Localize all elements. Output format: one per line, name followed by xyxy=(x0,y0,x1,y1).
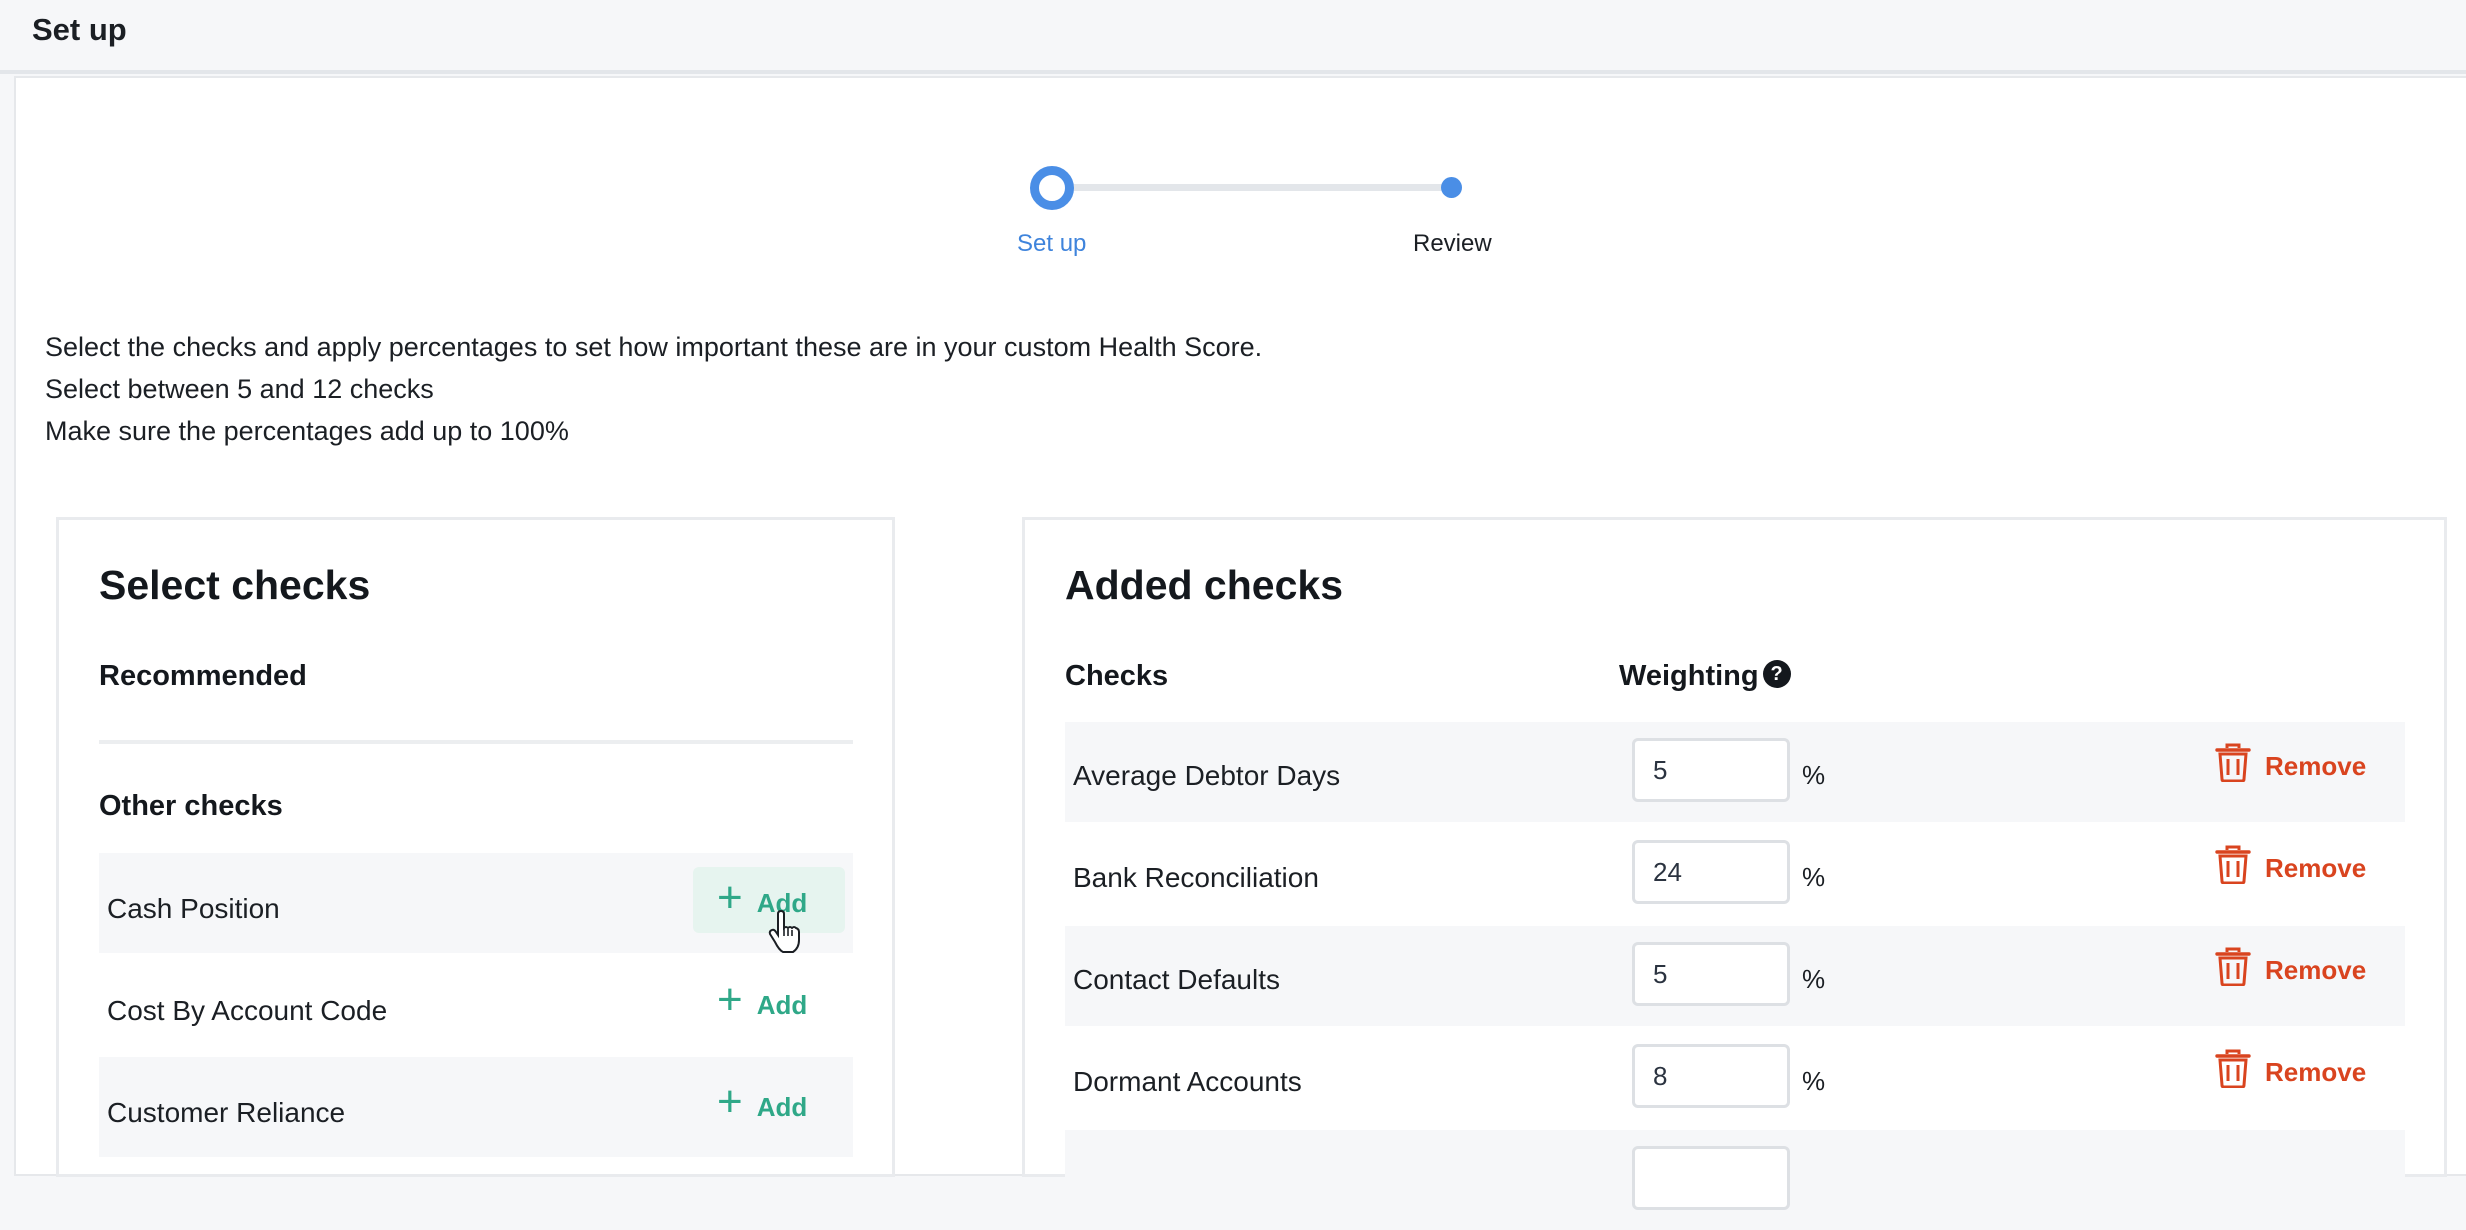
weighting-input[interactable] xyxy=(1632,738,1790,802)
list-item: Cost By Account Code + Add xyxy=(99,955,853,1055)
percent-sign: % xyxy=(1802,1066,1826,1096)
table-row: Dormant Accounts % Remove xyxy=(1065,1028,2405,1128)
weighting-label: Weighting xyxy=(1619,660,1759,692)
select-checks-title: Select checks xyxy=(99,562,371,608)
step-review-indicator xyxy=(1441,177,1462,198)
check-label: Contact Defaults xyxy=(1073,964,1280,995)
column-header-weighting: Weighting? xyxy=(1619,660,1791,693)
percent-sign: % xyxy=(1802,964,1826,994)
instructions: Select the checks and apply percentages … xyxy=(45,326,1262,452)
remove-label: Remove xyxy=(2265,1056,2367,1087)
page-title: Set up xyxy=(32,12,127,47)
remove-label: Remove xyxy=(2265,852,2367,883)
hand-cursor-icon xyxy=(768,910,800,953)
plus-icon: + xyxy=(717,975,743,1024)
table-row: Bank Reconciliation % Remove xyxy=(1065,824,2405,924)
check-label: Cash Position xyxy=(107,893,280,924)
remove-button[interactable]: Remove xyxy=(2215,946,2366,986)
instruction-line: Select the checks and apply percentages … xyxy=(45,332,1263,362)
weighting-input[interactable] xyxy=(1632,1146,1790,1210)
check-label: Customer Reliance xyxy=(107,1097,346,1128)
weighting-input[interactable] xyxy=(1632,840,1790,904)
plus-icon: + xyxy=(717,873,743,922)
column-header-checks: Checks xyxy=(1065,660,1169,692)
add-label: Add xyxy=(756,1091,808,1122)
recommended-heading: Recommended xyxy=(99,660,307,692)
plus-icon: + xyxy=(717,1077,743,1126)
other-checks-heading: Other checks xyxy=(99,790,283,822)
check-label: Dormant Accounts xyxy=(1073,1066,1302,1097)
table-row xyxy=(1065,1130,2405,1230)
top-bar: Set up xyxy=(0,0,2466,74)
remove-button[interactable]: Remove xyxy=(2215,844,2366,884)
remove-label: Remove xyxy=(2265,750,2367,781)
added-checks-title: Added checks xyxy=(1065,562,1343,608)
added-checks-panel: Added checks Checks Weighting? Average D… xyxy=(1022,517,2447,1230)
weighting-input[interactable] xyxy=(1632,1044,1790,1108)
add-label: Add xyxy=(756,989,808,1020)
remove-button[interactable]: Remove xyxy=(2215,742,2366,782)
table-row: Average Debtor Days % Remove xyxy=(1065,722,2405,822)
instruction-line: Select between 5 and 12 checks xyxy=(45,374,434,404)
remove-label: Remove xyxy=(2265,954,2367,985)
trash-icon xyxy=(2215,845,2251,884)
weighting-input[interactable] xyxy=(1632,942,1790,1006)
add-button[interactable]: + Add xyxy=(693,969,845,1035)
table-row: Contact Defaults % Remove xyxy=(1065,926,2405,1026)
check-label: Bank Reconciliation xyxy=(1073,862,1319,893)
stepper-track xyxy=(1052,184,1452,191)
add-button[interactable]: + Add xyxy=(693,1071,845,1137)
percent-sign: % xyxy=(1802,862,1826,892)
list-item: Customer Reliance + Add xyxy=(99,1057,853,1157)
divider xyxy=(99,740,853,744)
percent-sign: % xyxy=(1802,760,1826,790)
remove-button[interactable]: Remove xyxy=(2215,1048,2366,1088)
check-label: Cost By Account Code xyxy=(107,995,388,1026)
instruction-line: Make sure the percentages add up to 100% xyxy=(45,416,569,446)
check-label: Average Debtor Days xyxy=(1073,760,1341,791)
trash-icon xyxy=(2215,743,2251,782)
help-icon[interactable]: ? xyxy=(1762,660,1791,689)
trash-icon xyxy=(2215,947,2251,986)
list-item: Cash Position + Add xyxy=(99,853,853,953)
step-review-label: Review xyxy=(1413,230,1492,257)
select-checks-panel: Select checks Recommended Other checks C… xyxy=(56,517,895,1177)
step-setup-label: Set up xyxy=(1017,230,1087,257)
step-setup-indicator xyxy=(1030,166,1074,210)
trash-icon xyxy=(2215,1049,2251,1088)
